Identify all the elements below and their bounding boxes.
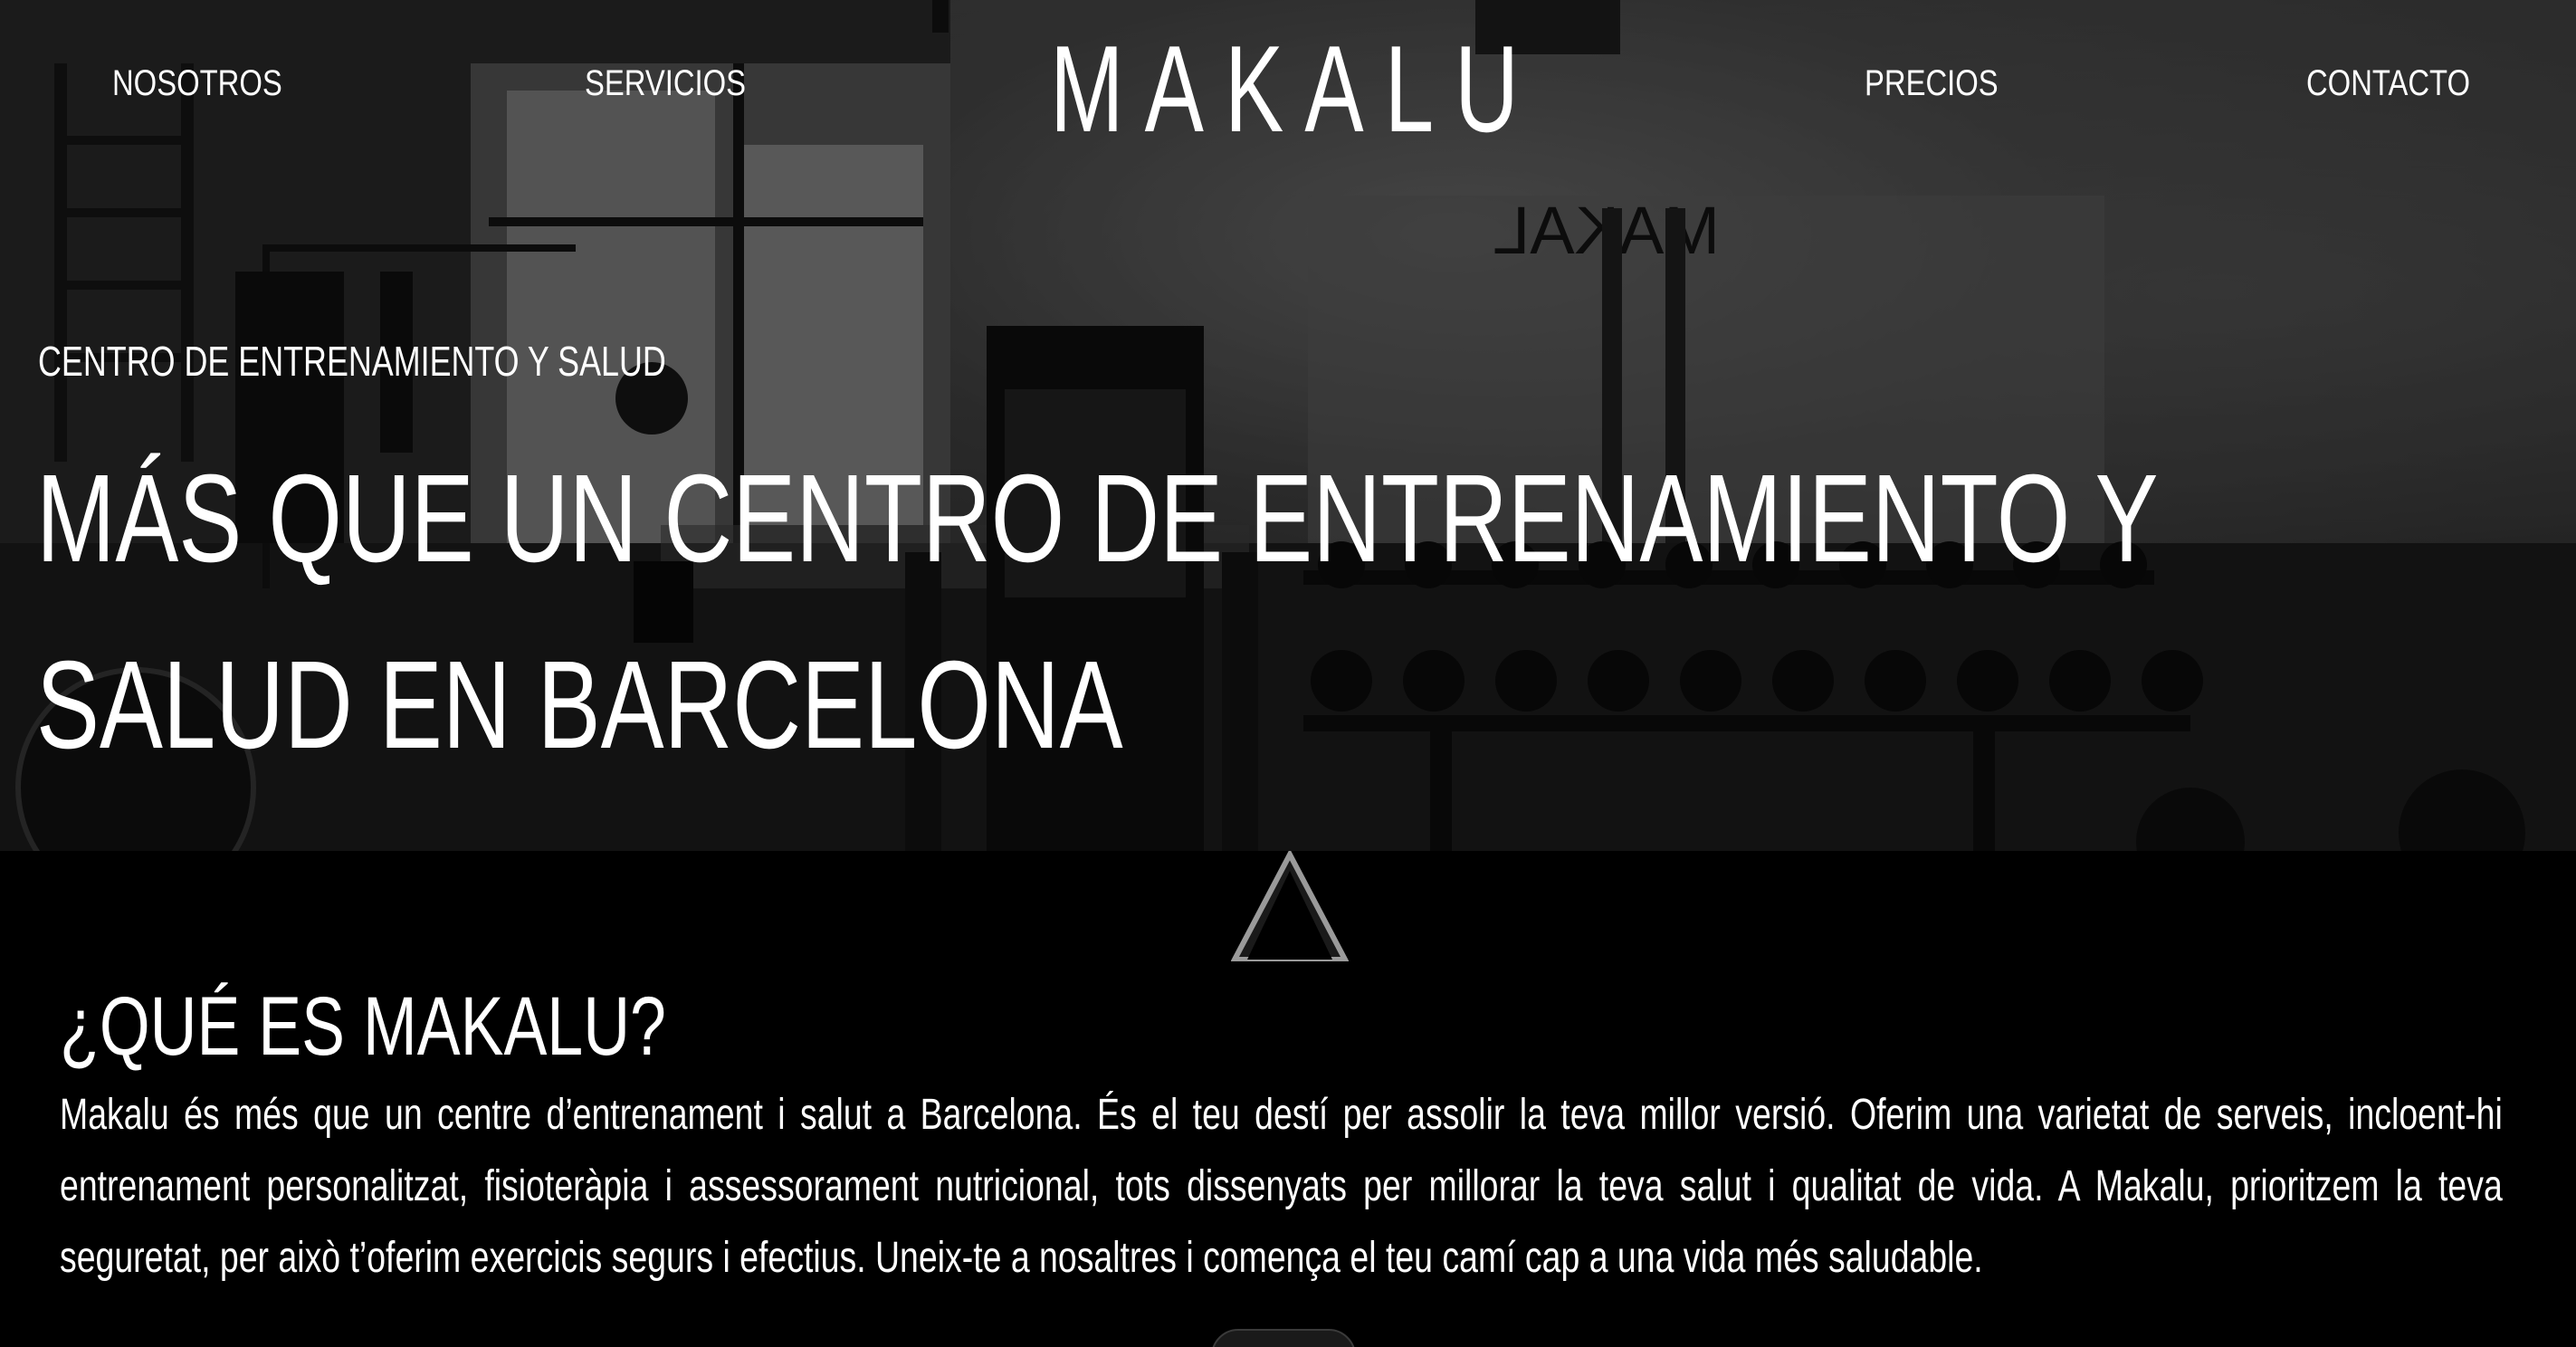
about-title: ¿QUÉ ES MAKALU? <box>60 980 666 1073</box>
hero-section: MAKAL <box>0 0 2576 851</box>
scroll-to-top-button[interactable] <box>1211 1329 1356 1347</box>
nav-link-nosotros[interactable]: NOSOTROS <box>112 63 282 104</box>
logo[interactable]: MAKALU <box>1050 27 1540 150</box>
nav-link-servicios[interactable]: SERVICIOS <box>585 63 746 104</box>
nav-link-contacto[interactable]: CONTACTO <box>2306 63 2470 104</box>
page: MAKAL <box>0 0 2576 1347</box>
hero-headline: MÁS QUE UN CENTRO DE ENTRENAMIENTO Y SAL… <box>36 449 2157 775</box>
triangle-outline-icon <box>1231 851 1349 961</box>
nav-link-precios[interactable]: PRECIOS <box>1865 63 1999 104</box>
hero-kicker: CENTRO DE ENTRENAMIENTO Y SALUD <box>38 338 666 385</box>
about-body: Makalu és més que un centre d’entrenamen… <box>60 1091 2503 1282</box>
